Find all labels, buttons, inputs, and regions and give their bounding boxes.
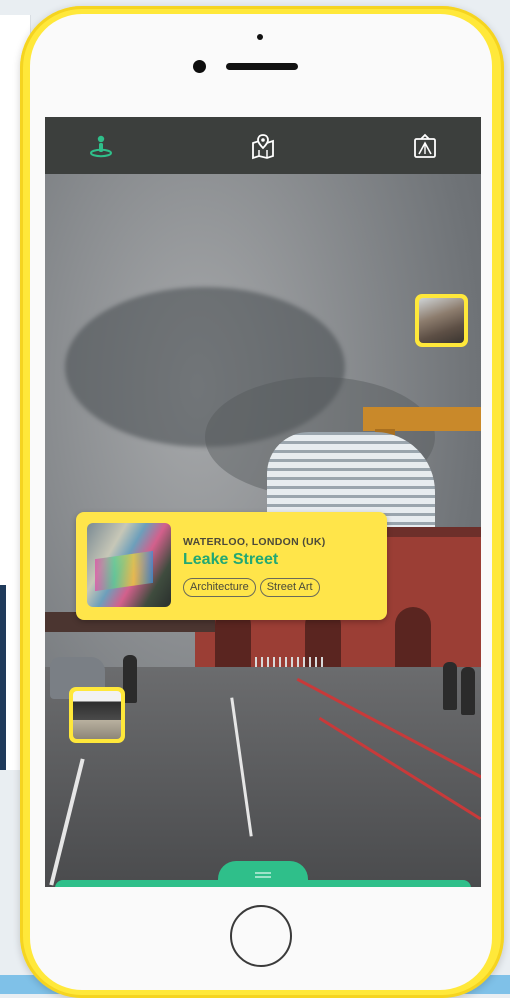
tab-ar-view[interactable] — [395, 117, 455, 174]
bottom-sheet[interactable] — [55, 880, 471, 887]
poi-location: WATERLOO, LONDON (UK) — [183, 536, 326, 548]
pedestrian — [461, 667, 475, 715]
poi-marker-shop[interactable] — [69, 687, 125, 743]
tab-person-pin[interactable] — [71, 117, 131, 174]
ar-camera-view[interactable]: WATERLOO, LONDON (UK) Leake Street Archi… — [45, 117, 481, 887]
earpiece-speaker — [226, 63, 298, 70]
graffiti-shape — [95, 550, 153, 592]
poi-photo — [87, 523, 171, 607]
poi-thumbnail-image — [73, 691, 121, 739]
front-camera-dot — [257, 34, 263, 40]
background-dark-panel — [0, 585, 6, 770]
drag-handle-icon[interactable] — [255, 872, 271, 874]
poi-info-card[interactable]: WATERLOO, LONDON (UK) Leake Street Archi… — [76, 512, 387, 620]
map-pin-icon — [252, 133, 274, 159]
top-nav-bar — [45, 117, 481, 174]
person-pin-icon — [90, 135, 112, 157]
road-marking — [230, 697, 253, 837]
ar-view-icon — [414, 133, 436, 158]
cyclist — [123, 655, 137, 703]
tag-architecture[interactable]: Architecture — [183, 578, 256, 597]
home-button[interactable] — [230, 905, 292, 967]
poi-thumbnail-image — [419, 298, 464, 343]
poi-marker-building[interactable] — [415, 294, 468, 347]
crane-arm — [363, 407, 481, 431]
poi-title: Leake Street — [183, 551, 279, 568]
front-sensor — [193, 60, 206, 73]
pedestrian — [443, 662, 457, 710]
road-marking — [49, 758, 85, 886]
poi-tags: Architecture Street Art — [183, 578, 320, 597]
tag-street-art[interactable]: Street Art — [259, 578, 320, 597]
tab-map[interactable] — [233, 117, 293, 174]
